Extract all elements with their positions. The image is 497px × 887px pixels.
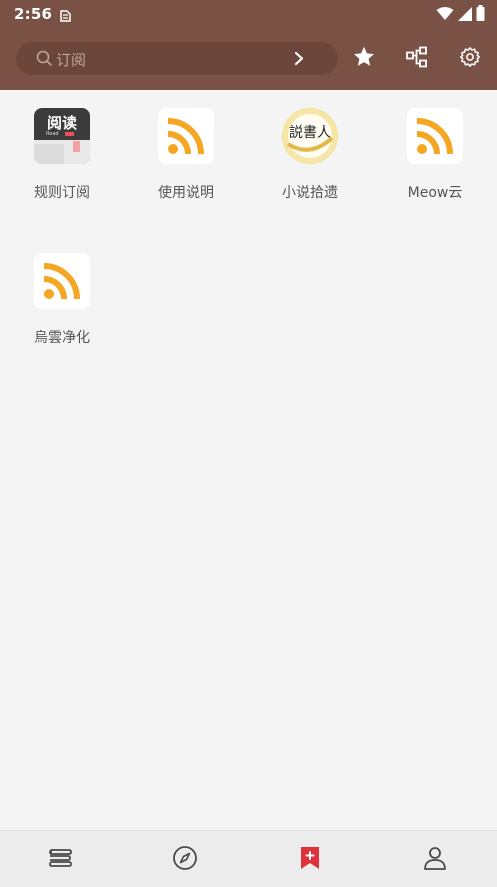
read-icon-sub: Read	[46, 131, 59, 137]
rss-icon	[34, 253, 90, 309]
app-read-icon: 阅读 Read	[34, 108, 90, 164]
app-header: 2:56 订阅	[0, 0, 497, 90]
gear-icon	[459, 46, 481, 72]
subscription-label: Meow云	[407, 185, 463, 201]
bookmark-plus-icon	[298, 844, 322, 876]
nav-bookshelf[interactable]	[45, 845, 75, 875]
person-icon	[421, 844, 449, 876]
nav-subscription[interactable]	[295, 845, 325, 875]
group-icon	[405, 45, 429, 73]
subscription-item[interactable]: 説書人 小说拾遗	[248, 90, 372, 210]
battery-icon	[476, 5, 485, 25]
notification-icon	[58, 8, 72, 22]
nav-discover[interactable]	[170, 845, 200, 875]
search-icon	[36, 50, 53, 67]
favorites-button[interactable]	[350, 45, 378, 73]
compass-icon	[171, 844, 199, 876]
nav-profile[interactable]	[420, 845, 450, 875]
rss-icon	[158, 108, 214, 164]
chevron-right-icon[interactable]	[292, 51, 306, 66]
read-icon-title: 阅读	[46, 114, 77, 132]
search-input[interactable]: 订阅	[56, 49, 86, 70]
status-icons	[436, 5, 485, 25]
subscription-item[interactable]: Meow云	[373, 90, 497, 210]
group-button[interactable]	[403, 45, 431, 73]
star-icon	[352, 45, 376, 73]
subscription-label: 小说拾遗	[282, 185, 338, 201]
bookshelf-icon	[46, 844, 74, 876]
status-bar: 2:56	[0, 0, 497, 30]
subscription-label: 规则订阅	[34, 185, 90, 201]
rss-icon	[407, 108, 463, 164]
subscription-item[interactable]: 阅读 Read 规则订阅	[0, 90, 124, 210]
signal-icon	[458, 6, 472, 25]
subscription-label: 使用说明	[158, 185, 214, 201]
subscription-item[interactable]: 烏雲净化	[0, 235, 124, 355]
novel-logo-icon: 説書人	[282, 108, 338, 164]
wifi-icon	[436, 6, 454, 25]
subscription-item[interactable]: 使用说明	[124, 90, 248, 210]
bottom-navigation	[0, 830, 497, 887]
status-time: 2:56	[14, 5, 53, 23]
subscription-label: 烏雲净化	[34, 330, 90, 346]
novel-logo-text: 説書人	[289, 125, 331, 141]
search-bar[interactable]: 订阅	[16, 42, 338, 75]
settings-button[interactable]	[456, 45, 484, 73]
